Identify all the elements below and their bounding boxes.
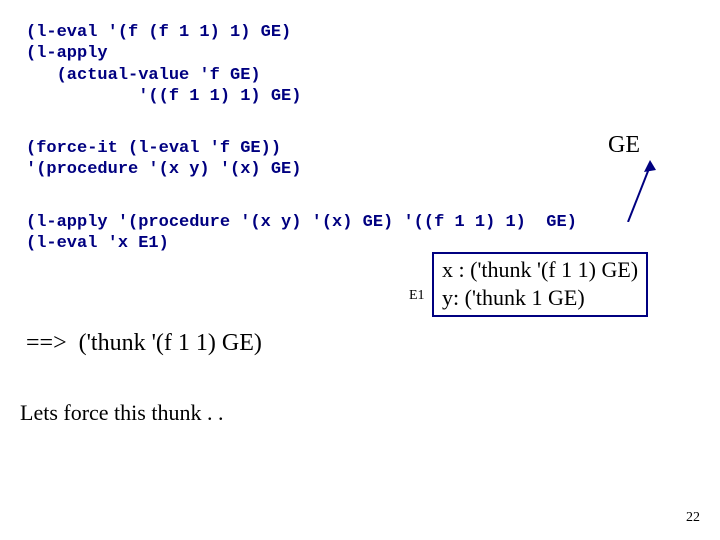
force-text: Lets force this thunk . . (20, 400, 223, 426)
result-arrow: ==> (26, 330, 67, 356)
code-block-3: (l-apply '(procedure '(x y) '(x) GE) '((… (26, 212, 577, 255)
result-text: ('thunk '(f 1 1) GE) (79, 330, 262, 356)
result-line: ==> ('thunk '(f 1 1) GE) (26, 330, 262, 357)
env-line-2: y: ('thunk 1 GE) (442, 284, 638, 312)
code-block-1: (l-eval '(f (f 1 1) 1) GE) (l-apply (act… (26, 22, 301, 107)
ge-label: GE (608, 132, 640, 159)
code-block-2: (force-it (l-eval 'f GE)) '(procedure '(… (26, 138, 301, 181)
environment-box: x : ('thunk '(f 1 1) GE) y: ('thunk 1 GE… (432, 252, 648, 317)
env-line-1: x : ('thunk '(f 1 1) GE) (442, 256, 638, 284)
page-number: 22 (686, 510, 700, 526)
arrow-icon (620, 160, 660, 222)
e1-label: E1 (409, 288, 425, 304)
